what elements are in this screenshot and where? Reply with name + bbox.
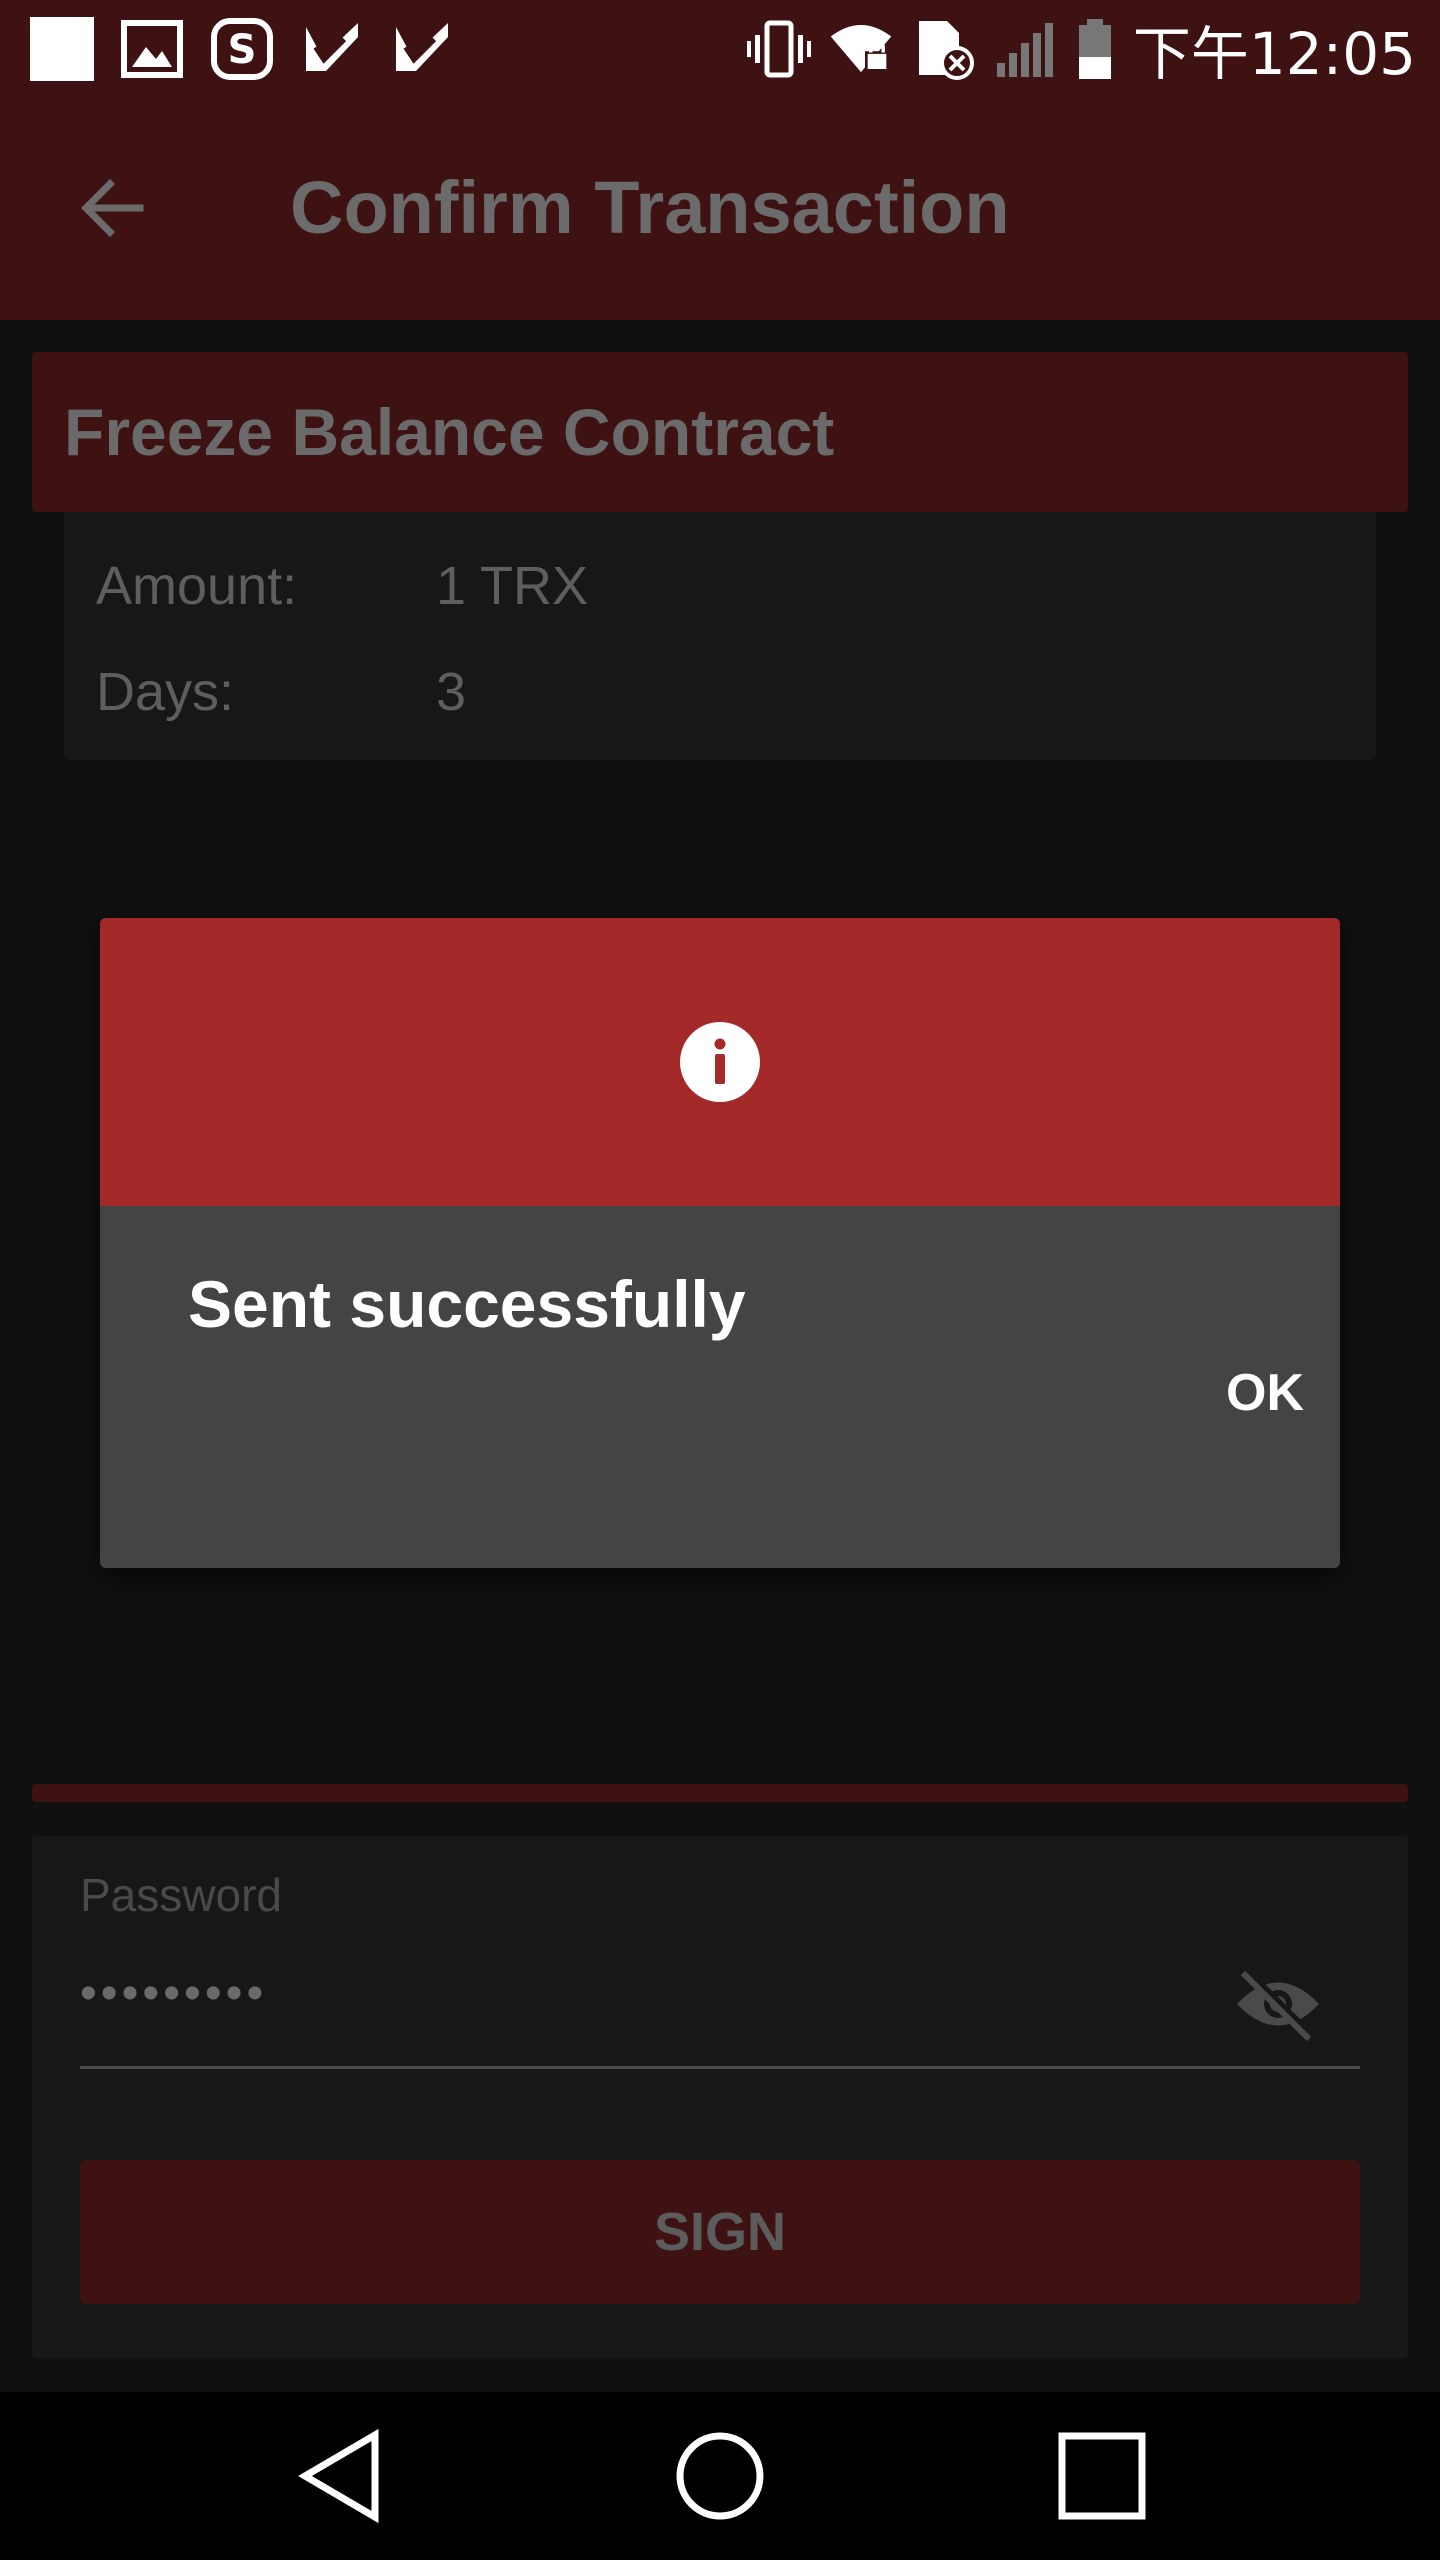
success-dialog: Sent successfully OK xyxy=(100,918,1340,1568)
wifi-locked-icon xyxy=(829,17,893,81)
password-visibility-toggle[interactable] xyxy=(1230,1964,1326,2044)
password-card: Password ••••••••• SIGN xyxy=(32,1836,1408,2358)
nav-home-icon xyxy=(676,2432,764,2520)
status-bar: S 下午12:05 xyxy=(0,0,1440,98)
sign-button[interactable]: SIGN xyxy=(80,2160,1360,2304)
nav-back-icon xyxy=(298,2429,379,2523)
password-underline xyxy=(80,2066,1360,2069)
nav-recents-icon xyxy=(1058,2432,1146,2520)
ok-button[interactable]: OK xyxy=(1190,1338,1340,1448)
amount-label: Amount: xyxy=(96,556,298,616)
battery-icon xyxy=(1075,17,1115,81)
contract-details: Amount: 1 TRX Days: 3 xyxy=(64,512,1376,760)
square-notification-icon xyxy=(30,17,94,81)
status-bar-system: 下午12:05 xyxy=(746,14,1416,88)
days-label: Days: xyxy=(96,662,235,722)
check-app-icon xyxy=(390,17,454,81)
password-field[interactable]: ••••••••• xyxy=(80,1966,267,2021)
toolbar: Confirm Transaction xyxy=(0,98,1440,320)
arrow-back-icon xyxy=(81,179,144,237)
contract-title: Freeze Balance Contract xyxy=(64,395,835,469)
contract-header: Freeze Balance Contract xyxy=(32,352,1408,512)
status-bar-notifications: S xyxy=(30,14,454,84)
screen: S 下午12:05 Confirm Transaction Freeze Bal… xyxy=(0,0,1440,2560)
vibrate-icon xyxy=(746,17,811,81)
divider-bar xyxy=(32,1784,1408,1802)
page-title: Confirm Transaction xyxy=(290,166,1010,249)
nav-recents-button[interactable] xyxy=(1042,2426,1162,2526)
dialog-message: Sent successfully xyxy=(188,1267,746,1341)
signal-icon xyxy=(993,17,1057,81)
sogou-icon: S xyxy=(210,17,274,81)
password-label: Password xyxy=(80,1869,282,1921)
days-value: 3 xyxy=(436,662,467,722)
info-icon xyxy=(680,1022,760,1102)
sim-error-icon xyxy=(911,17,975,81)
svg-text:S: S xyxy=(228,27,257,73)
eye-off-icon xyxy=(1237,1967,1319,2041)
nav-back-button[interactable] xyxy=(280,2426,400,2526)
dialog-header xyxy=(100,918,1340,1206)
check-app-icon xyxy=(300,17,364,81)
status-time: 下午12:05 xyxy=(1132,20,1416,88)
amount-value: 1 TRX xyxy=(436,556,589,616)
nav-home-button[interactable] xyxy=(660,2426,780,2526)
back-button[interactable] xyxy=(62,158,162,258)
gallery-icon xyxy=(120,17,184,81)
navigation-bar xyxy=(0,2392,1440,2560)
